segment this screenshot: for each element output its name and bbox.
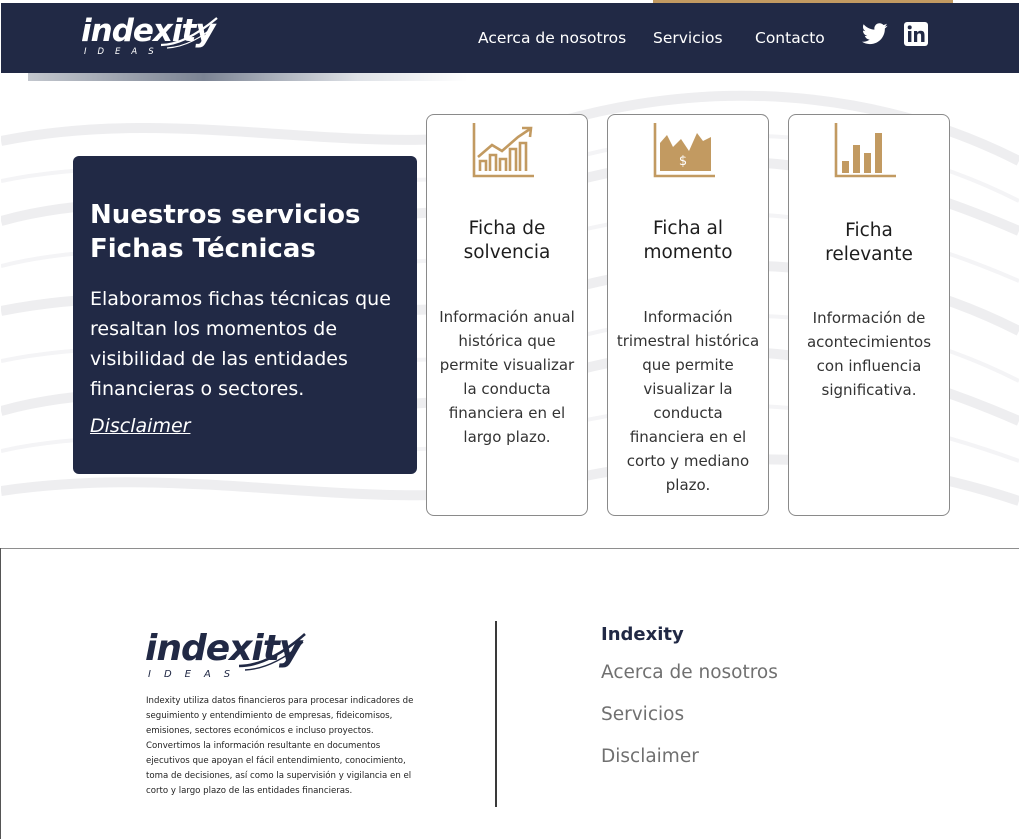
site-header: indexity IDEAS Acerca de nosotros Servic… (1, 3, 1019, 73)
card-title-momento: Ficha al momento (608, 217, 768, 265)
service-card-relevante[interactable]: Ficha relevante Información de acontecim… (788, 114, 950, 516)
footer-about-text: Indexity utiliza datos financieros para … (146, 694, 436, 799)
footer-left-border (0, 548, 1, 839)
card2-line: corto y mediano (626, 452, 750, 470)
services-description: Elaboramos fichas técnicas que resaltan … (90, 288, 391, 400)
footer-link-disclaimer[interactable]: Disclaimer (601, 746, 699, 767)
card3-line: Información de (812, 309, 926, 327)
services-title-line2: Fichas Técnicas (90, 234, 316, 264)
card2-title-line2: momento (643, 242, 733, 263)
about-line: corto y largo plazo de las entidades fin… (146, 786, 353, 796)
card-title-relevante: Ficha relevante (789, 219, 949, 267)
logo-swoosh-icon (160, 17, 218, 49)
card2-line: que permite (642, 356, 734, 374)
about-line: emisiones, sectores económicos e incluso… (146, 726, 374, 736)
card3-line: significativa. (821, 381, 917, 399)
hero-image-strip (28, 73, 468, 81)
card3-title-line1: Ficha (845, 220, 893, 241)
card3-line: con influencia (816, 357, 922, 375)
services-title-line1: Nuestros servicios (90, 200, 361, 230)
card1-line: la conducta (463, 380, 551, 398)
disclaimer-link[interactable]: Disclaimer (90, 415, 190, 437)
card2-title-line1: Ficha al (652, 218, 724, 239)
card1-line: permite visualizar (439, 356, 575, 374)
money-area-chart-icon: $ (653, 123, 715, 178)
card1-title-line1: Ficha de (468, 218, 546, 239)
card1-title-line2: solvencia (463, 242, 551, 263)
nav-services[interactable]: Servicios (653, 29, 723, 47)
brand-logo[interactable]: indexity IDEAS (81, 15, 221, 61)
footer-links-title: Indexity (601, 624, 684, 645)
nav-contact[interactable]: Contacto (755, 29, 825, 47)
footer-logo-swoosh-icon (238, 633, 306, 671)
card2-line: trimestral histórica (616, 332, 760, 350)
card1-line: histórica que (458, 332, 556, 350)
nav-about[interactable]: Acerca de nosotros (478, 29, 626, 47)
svg-text:$: $ (679, 154, 687, 169)
bar-chart-icon (834, 123, 896, 178)
about-line: seguimiento y entendimiento de empresas,… (146, 711, 393, 721)
card2-line: financiera en el (629, 428, 747, 446)
services-title: Nuestros servicios Fichas Técnicas (90, 198, 400, 266)
footer-link-services[interactable]: Servicios (601, 704, 684, 725)
footer-link-about[interactable]: Acerca de nosotros (601, 662, 778, 683)
about-line: Indexity utiliza datos financieros para … (146, 696, 414, 706)
card2-line: plazo. (665, 476, 711, 494)
service-card-solvencia[interactable]: Ficha de solvencia Información anual his… (426, 114, 588, 516)
services-panel: Nuestros servicios Fichas Técnicas Elabo… (73, 156, 417, 474)
growth-chart-icon (472, 123, 534, 178)
footer-divider (0, 548, 1019, 549)
footer-logo[interactable]: indexity IDEAS (145, 630, 315, 686)
card-text-solvencia: Información anual histórica que permite … (435, 305, 579, 449)
about-line: Convertimos la información resultante en… (146, 741, 381, 751)
footer-vertical-divider (495, 621, 497, 807)
card1-line: financiera en el (448, 404, 566, 422)
card2-line: conducta (653, 404, 723, 422)
card2-line: Información (643, 308, 733, 326)
brand-tagline: IDEAS (84, 47, 165, 57)
card1-line: Información anual (439, 308, 575, 326)
linkedin-icon[interactable] (904, 22, 928, 46)
card-text-momento: Información trimestral histórica que per… (616, 305, 760, 497)
footer-brand-tagline: IDEAS (148, 669, 244, 680)
card1-line: largo plazo. (463, 428, 551, 446)
card3-line: acontecimientos (806, 333, 932, 351)
service-card-momento[interactable]: $ Ficha al momento Información trimestra… (607, 114, 769, 516)
twitter-icon[interactable] (862, 23, 888, 45)
about-line: toma de decisiones, así como la supervis… (146, 771, 412, 781)
card2-line: visualizar la (643, 380, 733, 398)
card-title-solvencia: Ficha de solvencia (427, 217, 587, 265)
card3-title-line2: relevante (825, 244, 913, 265)
card-text-relevante: Información de acontecimientos con influ… (797, 306, 941, 402)
about-line: ejecutivos que apoyan el fácil entendimi… (146, 756, 406, 766)
